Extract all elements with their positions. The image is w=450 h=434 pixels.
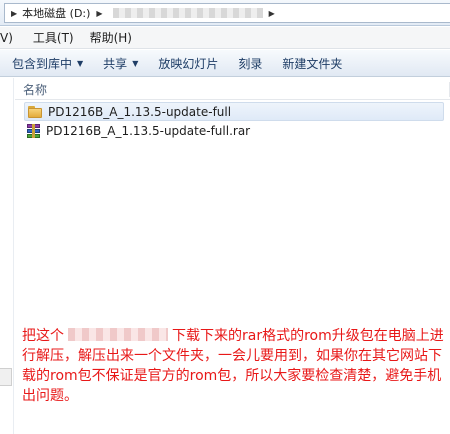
include-in-library-button[interactable]: 包含到库中 ▼: [0, 55, 93, 72]
annotation-text-start: 把这个: [22, 328, 64, 344]
menu-tools[interactable]: 工具(T): [33, 29, 74, 46]
column-header-label: 名称: [23, 82, 48, 97]
file-row-rar[interactable]: PD1216B_A_1.13.5-update-full.rar: [24, 121, 450, 140]
file-list: PD1216B_A_1.13.5-update-full PD1216B_A_1…: [24, 102, 450, 140]
menu-help[interactable]: 帮助(H): [90, 29, 132, 46]
rar-archive-icon: [27, 123, 40, 138]
instruction-annotation: 把这个 下载下来的rar格式的rom升级包在电脑上进行解压，解压出来一个文件夹，一…: [22, 326, 448, 406]
menu-view[interactable]: V): [0, 31, 13, 45]
column-header-name[interactable]: 名称: [15, 79, 450, 100]
share-button[interactable]: 共享 ▼: [93, 55, 148, 72]
address-bar: ▶ 本地磁盘 (D:) ▶ ▶: [0, 0, 450, 26]
command-bar: 包含到库中 ▼ 共享 ▼ 放映幻灯片 刻录 新建文件夹: [0, 50, 450, 77]
breadcrumb-chevron-icon[interactable]: ▶: [11, 9, 17, 18]
file-name: PD1216B_A_1.13.5-update-full: [48, 104, 232, 119]
slideshow-button[interactable]: 放映幻灯片: [148, 55, 228, 72]
burn-button[interactable]: 刻录: [228, 55, 272, 72]
dropdown-arrow-icon: ▼: [132, 58, 139, 68]
file-row-folder[interactable]: PD1216B_A_1.13.5-update-full: [24, 102, 444, 121]
folder-icon: [28, 105, 42, 118]
breadcrumb-chevron-icon[interactable]: ▶: [96, 9, 102, 18]
dropdown-arrow-icon: ▼: [77, 58, 84, 68]
navigation-pane-item[interactable]: [0, 368, 12, 386]
breadcrumb-drive-d[interactable]: 本地磁盘 (D:): [22, 5, 90, 21]
menu-bar: V) 工具(T) 帮助(H): [0, 27, 450, 49]
blurred-site-name: [68, 328, 168, 341]
blurred-path-segment: [112, 8, 263, 18]
breadcrumb[interactable]: ▶ 本地磁盘 (D:) ▶ ▶: [4, 3, 450, 23]
new-folder-button[interactable]: 新建文件夹: [272, 55, 352, 72]
file-name: PD1216B_A_1.13.5-update-full.rar: [46, 123, 251, 138]
breadcrumb-chevron-icon[interactable]: ▶: [269, 9, 275, 18]
